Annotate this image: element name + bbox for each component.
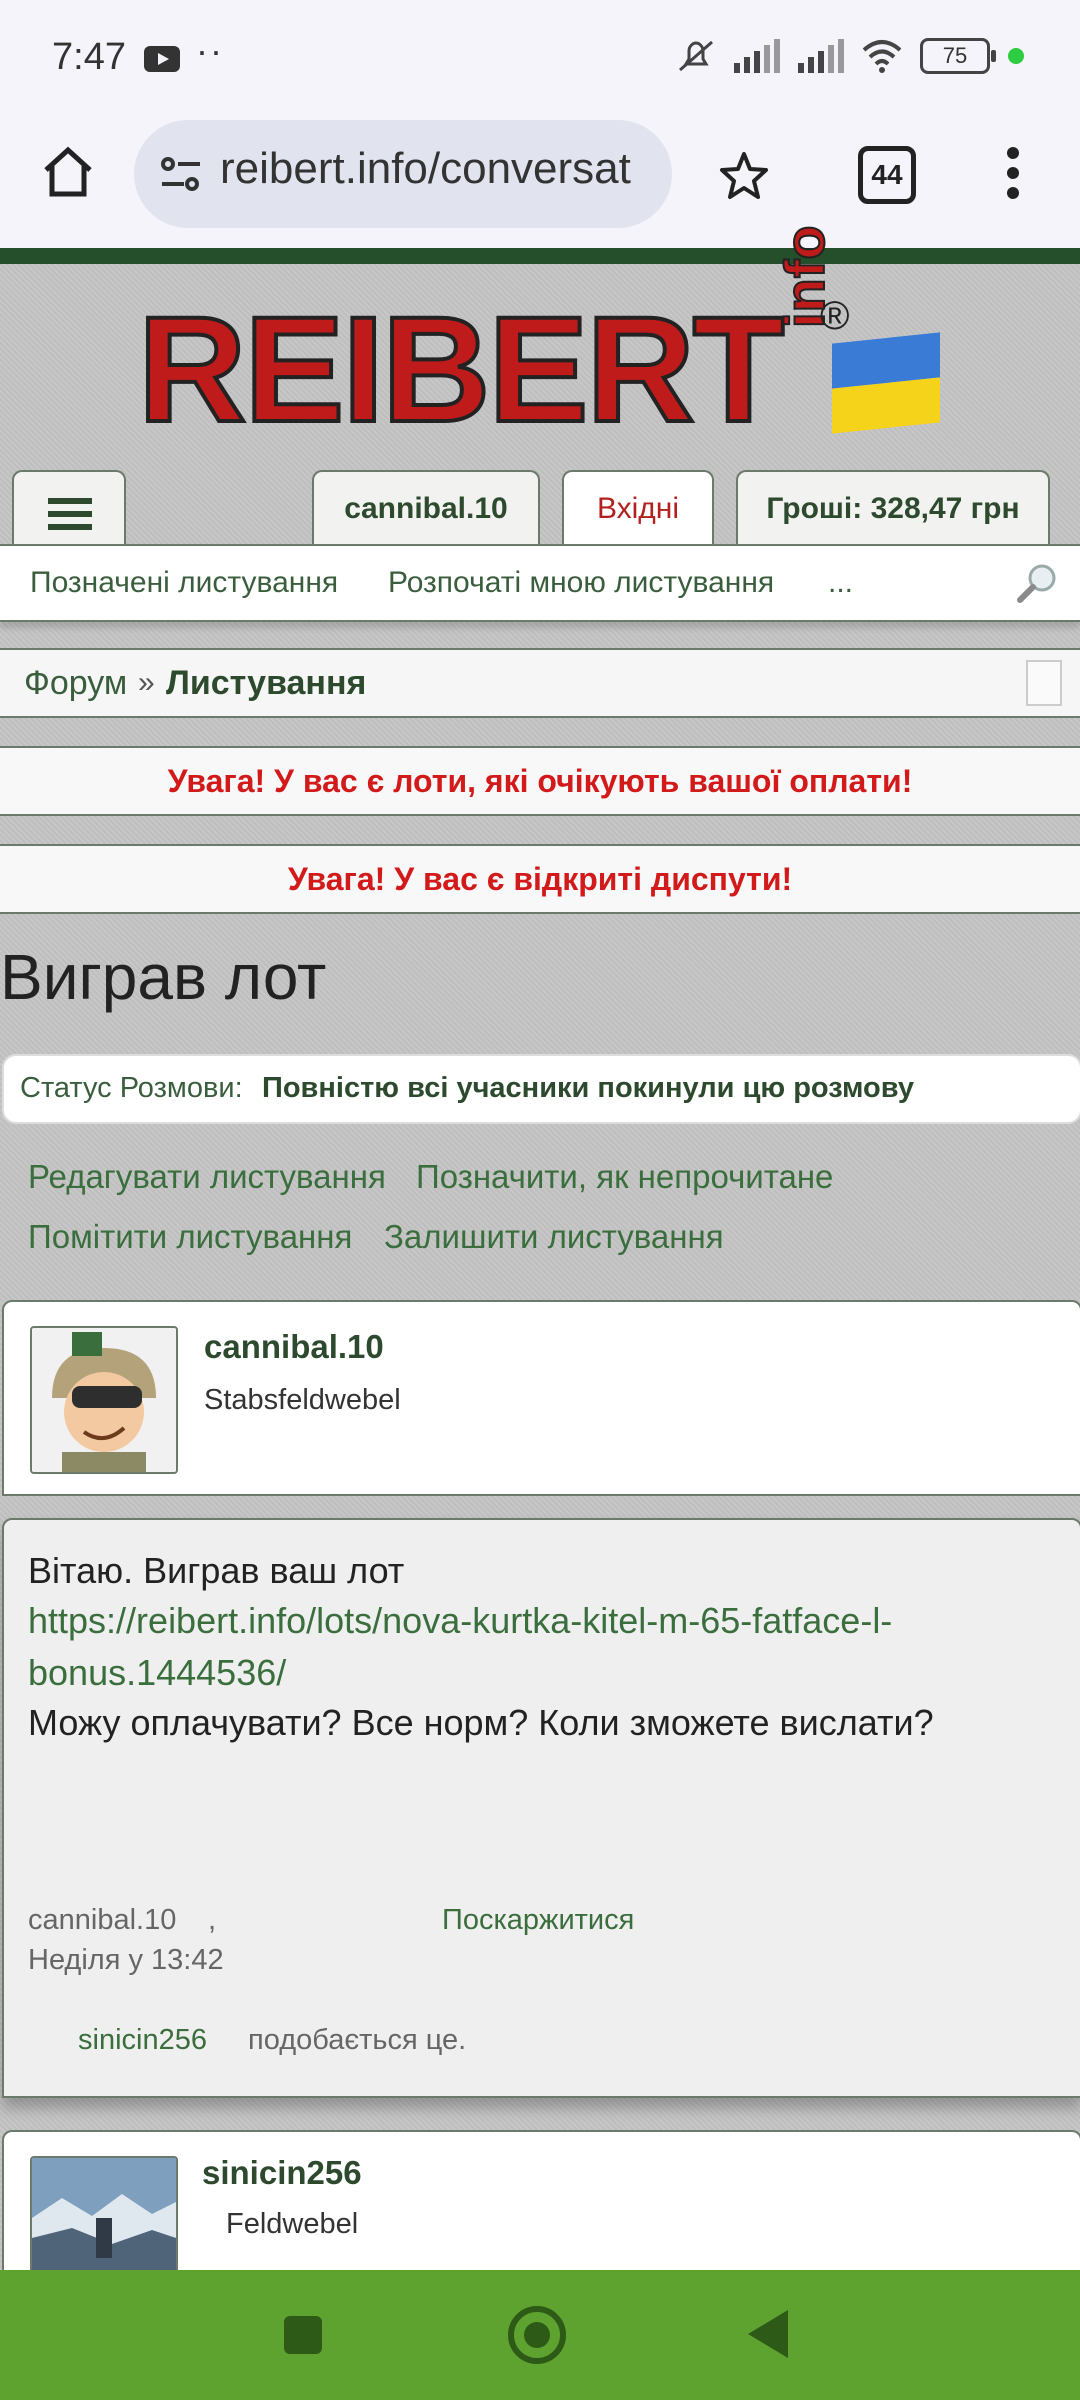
author-rank: Feldwebel <box>226 2208 359 2240</box>
soldier-avatar-icon <box>32 1328 176 1472</box>
ukraine-flag-icon <box>832 332 940 434</box>
subnav-marked[interactable]: Позначені листування <box>30 566 338 600</box>
report-link[interactable]: Поскаржитися <box>442 1904 634 1937</box>
site-settings-icon[interactable] <box>156 150 206 200</box>
top-stripe <box>0 248 1080 264</box>
breadcrumb-current[interactable]: Листування <box>166 664 366 703</box>
avatar[interactable] <box>30 1326 178 1474</box>
more-notifications-icon: ·· <box>196 30 224 71</box>
tab-money[interactable]: Гроші: 328,47 грн <box>736 470 1050 546</box>
edit-conversation-link[interactable]: Редагувати листування <box>28 1158 386 1196</box>
home-circle-icon[interactable] <box>508 2306 566 2364</box>
status-label: Статус Розмови: <box>20 1072 243 1104</box>
sub-navigation: Позначені листування Розпочаті мною лист… <box>0 544 1080 622</box>
liked-by-user[interactable]: sinicin256 <box>78 2024 207 2057</box>
landscape-avatar-icon <box>32 2158 176 2274</box>
wifi-icon <box>862 40 902 73</box>
home-icon[interactable] <box>40 144 96 200</box>
lot-link[interactable]: https://reibert.info/lots/nova-kurtka-ki… <box>28 1600 892 1642</box>
battery-icon: 75 <box>920 38 996 74</box>
recent-apps-icon[interactable] <box>284 2316 322 2354</box>
status-value: Повністю всі учасники покинули цю розмов… <box>262 1072 914 1104</box>
tab-switcher-button[interactable]: 44 <box>858 146 916 204</box>
tab-inbox[interactable]: Вхідні <box>562 470 714 548</box>
site-logo[interactable]: REIBERT <box>136 292 786 446</box>
likes-text: подобається це. <box>248 2024 467 2056</box>
page-title: Виграв лот <box>0 941 327 1013</box>
back-triangle-icon[interactable] <box>748 2310 788 2358</box>
url-text[interactable]: reibert.info/conversat <box>220 144 660 194</box>
meta-separator: , <box>208 1904 217 1936</box>
author-name[interactable]: cannibal.10 <box>204 1328 384 1366</box>
menu-tab[interactable] <box>12 470 126 546</box>
author-card: cannibal.10 Stabsfeldwebel <box>2 1300 1080 1496</box>
author-card: sinicin256 Feldwebel <box>2 2130 1080 2274</box>
registered-mark: ® <box>820 294 850 338</box>
avatar[interactable] <box>30 2156 178 2274</box>
message-date[interactable]: Неділя у 13:42 <box>28 1944 224 1977</box>
signal-icon <box>734 39 780 73</box>
browser-toolbar: reibert.info/conversat 44 <box>0 120 1080 248</box>
page-icon[interactable] <box>1026 660 1062 706</box>
hamburger-icon <box>48 498 92 537</box>
subnav-more[interactable]: ... <box>828 566 853 600</box>
mark-unread-link[interactable]: Позначити, як непрочитане <box>416 1158 833 1196</box>
address-bar[interactable]: reibert.info/conversat <box>134 120 672 228</box>
message-line: Вітаю. Виграв ваш лот <box>28 1550 405 1591</box>
status-bar: 7:47 ·· 75 <box>0 0 1080 120</box>
leave-conversation-link[interactable]: Залишити листування <box>384 1218 724 1256</box>
clock: 7:47 <box>52 36 126 78</box>
alert-unpaid-lots[interactable]: Увага! У вас є лоти, які очікують вашої … <box>0 746 1080 816</box>
web-content: REIBERT info ® cannibal.10 Вхідні Гроші:… <box>0 224 1080 2274</box>
alert-open-disputes[interactable]: Увага! У вас є відкриті диспути! <box>0 844 1080 914</box>
message-line: Можу оплачувати? Все норм? Коли зможете … <box>28 1702 934 1743</box>
conversation-status: Статус Розмови: Повністю всі учасники по… <box>2 1054 1080 1124</box>
star-conversation-link[interactable]: Помітити листування <box>28 1218 352 1256</box>
browser-menu-icon[interactable] <box>998 142 1028 206</box>
breadcrumb: Форум » Листування <box>0 648 1080 718</box>
subnav-started-by-me[interactable]: Розпочаті мною листування <box>388 566 774 600</box>
tab-user[interactable]: cannibal.10 <box>312 470 540 546</box>
mute-bell-icon <box>679 40 713 72</box>
author-rank: Stabsfeldwebel <box>204 1384 401 1416</box>
author-name[interactable]: sinicin256 <box>202 2154 362 2192</box>
search-icon[interactable] <box>1016 560 1060 604</box>
youtube-notification-icon <box>144 46 180 72</box>
privacy-indicator-icon <box>1008 48 1024 64</box>
message-author[interactable]: cannibal.10 <box>28 1904 176 1937</box>
breadcrumb-separator: » <box>138 666 155 699</box>
breadcrumb-forum[interactable]: Форум <box>24 664 127 703</box>
lot-link-continued[interactable]: bonus.1444536/ <box>28 1652 286 1694</box>
message-body: Вітаю. Виграв ваш лот https://reibert.in… <box>2 1518 1080 2098</box>
system-navigation-bar <box>0 2270 1080 2400</box>
bookmark-star-icon[interactable] <box>716 148 772 204</box>
signal-icon-2 <box>798 39 844 73</box>
